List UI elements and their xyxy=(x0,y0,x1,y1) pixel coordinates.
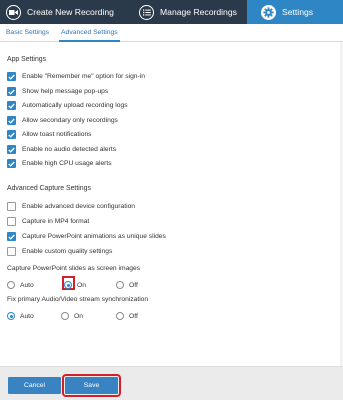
radio-button[interactable] xyxy=(7,312,15,320)
settings-subtabs: Basic Settings Advanced Settings xyxy=(0,24,343,42)
checkbox-label: Enable no audio detected alerts xyxy=(22,146,117,153)
tab-settings[interactable]: Settings xyxy=(247,0,343,24)
checkbox-secondary-only[interactable]: Allow secondary only recordings xyxy=(7,115,118,126)
checkbox[interactable] xyxy=(7,202,16,211)
radio-label: On xyxy=(77,281,86,289)
radio-label: Auto xyxy=(20,312,34,320)
checkbox-label: Allow secondary only recordings xyxy=(22,117,118,124)
radio-av-auto[interactable]: Auto xyxy=(7,310,34,322)
checkbox-label: Enable advanced device configuration xyxy=(22,203,136,210)
checkbox-label: Enable custom quality settings xyxy=(22,248,113,255)
checkbox-label: Enable high CPU usage alerts xyxy=(22,160,112,167)
tab-manage-recordings[interactable]: Manage Recordings xyxy=(126,0,247,24)
save-button[interactable]: Save xyxy=(62,374,121,397)
video-camera-icon xyxy=(6,4,21,20)
checkbox[interactable] xyxy=(7,116,16,125)
checkbox-no-audio-alerts[interactable]: Enable no audio detected alerts xyxy=(7,144,116,155)
top-nav-bar: Create New Recording Manage Recordings S… xyxy=(0,0,343,24)
checkbox[interactable] xyxy=(7,247,16,256)
checkbox-label: Automatically upload recording logs xyxy=(22,102,128,109)
checkbox[interactable] xyxy=(7,232,16,241)
checkbox[interactable] xyxy=(7,72,16,81)
radio-button[interactable] xyxy=(116,281,124,289)
checkbox-label: Allow toast notifications xyxy=(22,131,92,138)
checkbox-label: Show help message pop-ups xyxy=(22,88,109,95)
checkbox-high-cpu-alerts[interactable]: Enable high CPU usage alerts xyxy=(7,158,112,169)
radio-label: Off xyxy=(129,281,138,289)
checkbox[interactable] xyxy=(7,130,16,139)
radio-av-off[interactable]: Off xyxy=(116,310,138,322)
tab-label: Manage Recordings xyxy=(160,7,237,17)
ppt-images-radio-group: Auto On Off xyxy=(7,276,337,291)
radio-label: Auto xyxy=(20,281,34,289)
radio-button[interactable] xyxy=(116,312,124,320)
checkbox-toast-notifications[interactable]: Allow toast notifications xyxy=(7,129,92,140)
radio-ppt-off[interactable]: Off xyxy=(116,279,138,291)
av-sync-radio-group: Auto On Off xyxy=(7,310,337,322)
checkbox-label: Capture PowerPoint animations as unique … xyxy=(22,233,166,240)
radio-button[interactable] xyxy=(64,281,72,289)
app-settings-heading: App Settings xyxy=(7,56,47,63)
ppt-images-label: Capture PowerPoint slides as screen imag… xyxy=(7,265,141,272)
checkbox-custom-quality[interactable]: Enable custom quality settings xyxy=(7,246,112,257)
checkbox-help-popups[interactable]: Show help message pop-ups xyxy=(7,86,108,97)
checkbox-mp4-format[interactable]: Capture in MP4 format xyxy=(7,216,89,227)
radio-ppt-on[interactable]: On xyxy=(64,279,86,291)
radio-label: On xyxy=(74,312,83,320)
checkbox-label: Capture in MP4 format xyxy=(22,218,90,225)
radio-ppt-auto[interactable]: Auto xyxy=(7,279,34,291)
checkbox[interactable] xyxy=(7,159,16,168)
tab-label: Settings xyxy=(282,7,314,17)
radio-button[interactable] xyxy=(7,281,15,289)
checkbox[interactable] xyxy=(7,145,16,154)
checkbox-upload-logs[interactable]: Automatically upload recording logs xyxy=(7,100,128,111)
checkbox-advanced-device-config[interactable]: Enable advanced device configuration xyxy=(7,201,135,212)
footer-bar: Cancel Save xyxy=(0,366,343,400)
checkbox[interactable] xyxy=(7,87,16,96)
tab-create-new-recording[interactable]: Create New Recording xyxy=(0,0,126,24)
subtab-advanced-settings[interactable]: Advanced Settings xyxy=(59,24,120,42)
checkbox[interactable] xyxy=(7,217,16,226)
list-icon xyxy=(139,4,154,20)
cancel-button[interactable]: Cancel xyxy=(8,377,61,394)
gear-icon xyxy=(261,4,276,20)
radio-av-on[interactable]: On xyxy=(61,310,83,322)
capture-settings-heading: Advanced Capture Settings xyxy=(7,185,91,192)
checkbox[interactable] xyxy=(7,101,16,110)
radio-label: Off xyxy=(129,312,138,320)
av-sync-label: Fix primary Audio/Video stream synchroni… xyxy=(7,296,149,303)
checkbox-ppt-animations[interactable]: Capture PowerPoint animations as unique … xyxy=(7,231,166,242)
checkbox-label: Enable "Remember me" option for sign-in xyxy=(22,73,145,80)
radio-button[interactable] xyxy=(61,312,69,320)
tab-label: Create New Recording xyxy=(27,7,114,17)
checkbox-remember-me[interactable]: Enable "Remember me" option for sign-in xyxy=(7,71,145,82)
subtab-basic-settings[interactable]: Basic Settings xyxy=(6,24,49,42)
